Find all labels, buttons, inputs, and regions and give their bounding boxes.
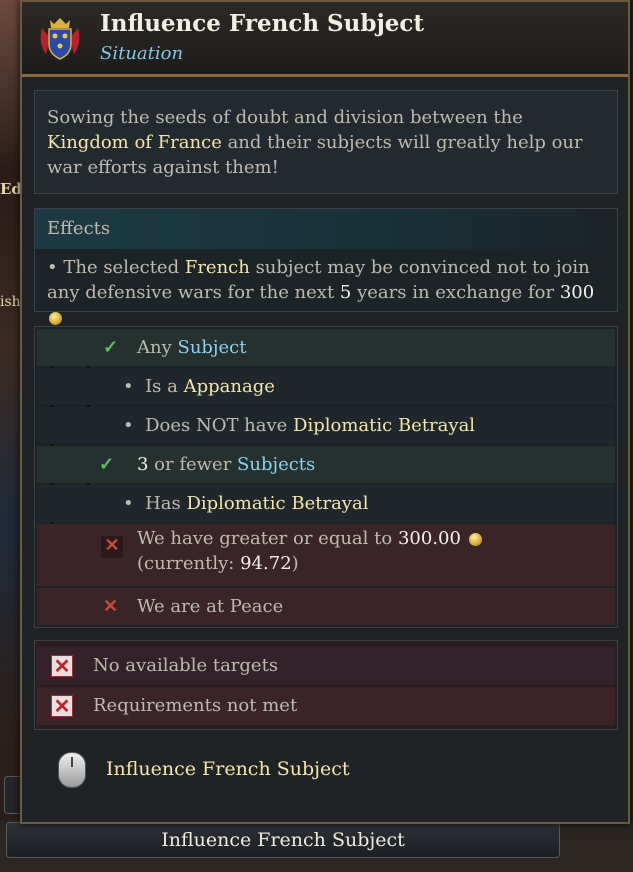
tooltip-title: Influence French Subject <box>100 10 425 37</box>
action-hint: Influence French Subject <box>58 746 598 794</box>
requirement-row: • Is a Appanage <box>37 368 615 405</box>
requirement-label: • Is a Appanage <box>123 376 275 397</box>
effects-box: Effects • The selected French subject ma… <box>34 208 618 325</box>
french-royal-arms-icon <box>40 18 80 60</box>
requirement-row: ✕ We have greater or equal to 300.00 (cu… <box>37 524 615 586</box>
requirements-box: ✓ Any Subject • Is a Appanage • Does NOT… <box>34 326 618 628</box>
checkmark-icon: ✓ <box>103 337 119 358</box>
red-x-icon: ✕ <box>101 536 123 558</box>
gold-coin-icon <box>468 532 482 546</box>
requirement-row: ✓ Any Subject <box>37 329 615 366</box>
requirement-row: • Has Diplomatic Betrayal <box>37 485 615 522</box>
description-text: Sowing the seeds of doubt and division b… <box>47 107 523 128</box>
mouse-left-click-icon <box>58 752 86 788</box>
kingdom-of-france-link[interactable]: Kingdom of France <box>47 132 222 153</box>
effects-header: Effects <box>35 209 617 249</box>
requirement-label: We are at Peace <box>137 596 284 617</box>
effect-highlight: French <box>184 257 250 278</box>
effect-number: 5 <box>339 282 352 303</box>
background-label: ish <box>0 294 21 310</box>
requirement-label: Any Subject <box>137 337 247 358</box>
bullet: • <box>47 257 64 278</box>
requirement-label: We have greater or equal to 300.00 (curr… <box>137 526 482 576</box>
background-label: Ed <box>0 180 22 198</box>
action-label: Influence French Subject <box>106 758 350 780</box>
requirement-label: • Has Diplomatic Betrayal <box>123 493 369 514</box>
effect-text: The selected <box>63 257 185 278</box>
requirement-label: • Does NOT have Diplomatic Betrayal <box>123 415 476 436</box>
effect-cost: 300 <box>559 282 595 303</box>
red-x-icon: ✕ <box>103 596 119 617</box>
effect-text: years in exchange for <box>351 282 560 303</box>
effects-text: • The selected French subject may be con… <box>35 249 617 336</box>
tooltip-subtitle: Situation <box>100 43 184 64</box>
red-x-icon: ✕ <box>51 655 73 677</box>
status-row: ✕ Requirements not met <box>37 687 615 725</box>
requirement-row: ✕ We are at Peace <box>37 588 615 625</box>
requirement-row: ✓ 3 or fewer Subjects <box>37 446 615 483</box>
status-label: No available targets <box>93 655 279 676</box>
status-label: Requirements not met <box>93 695 298 716</box>
description-box: Sowing the seeds of doubt and division b… <box>34 90 618 194</box>
requirement-row: • Does NOT have Diplomatic Betrayal <box>37 407 615 444</box>
checkmark-icon: ✓ <box>99 454 115 475</box>
status-box: ✕ No available targets ✕ Requirements no… <box>34 640 618 730</box>
red-x-icon: ✕ <box>51 695 73 717</box>
gold-coin-icon <box>49 311 62 325</box>
tooltip-header: Influence French Subject Situation <box>22 2 628 77</box>
status-row: ✕ No available targets <box>37 647 615 685</box>
tooltip-panel: Influence French Subject Situation Sowin… <box>20 0 630 824</box>
influence-french-subject-button[interactable]: Influence French Subject <box>6 822 560 858</box>
requirement-label: 3 or fewer Subjects <box>137 454 316 475</box>
